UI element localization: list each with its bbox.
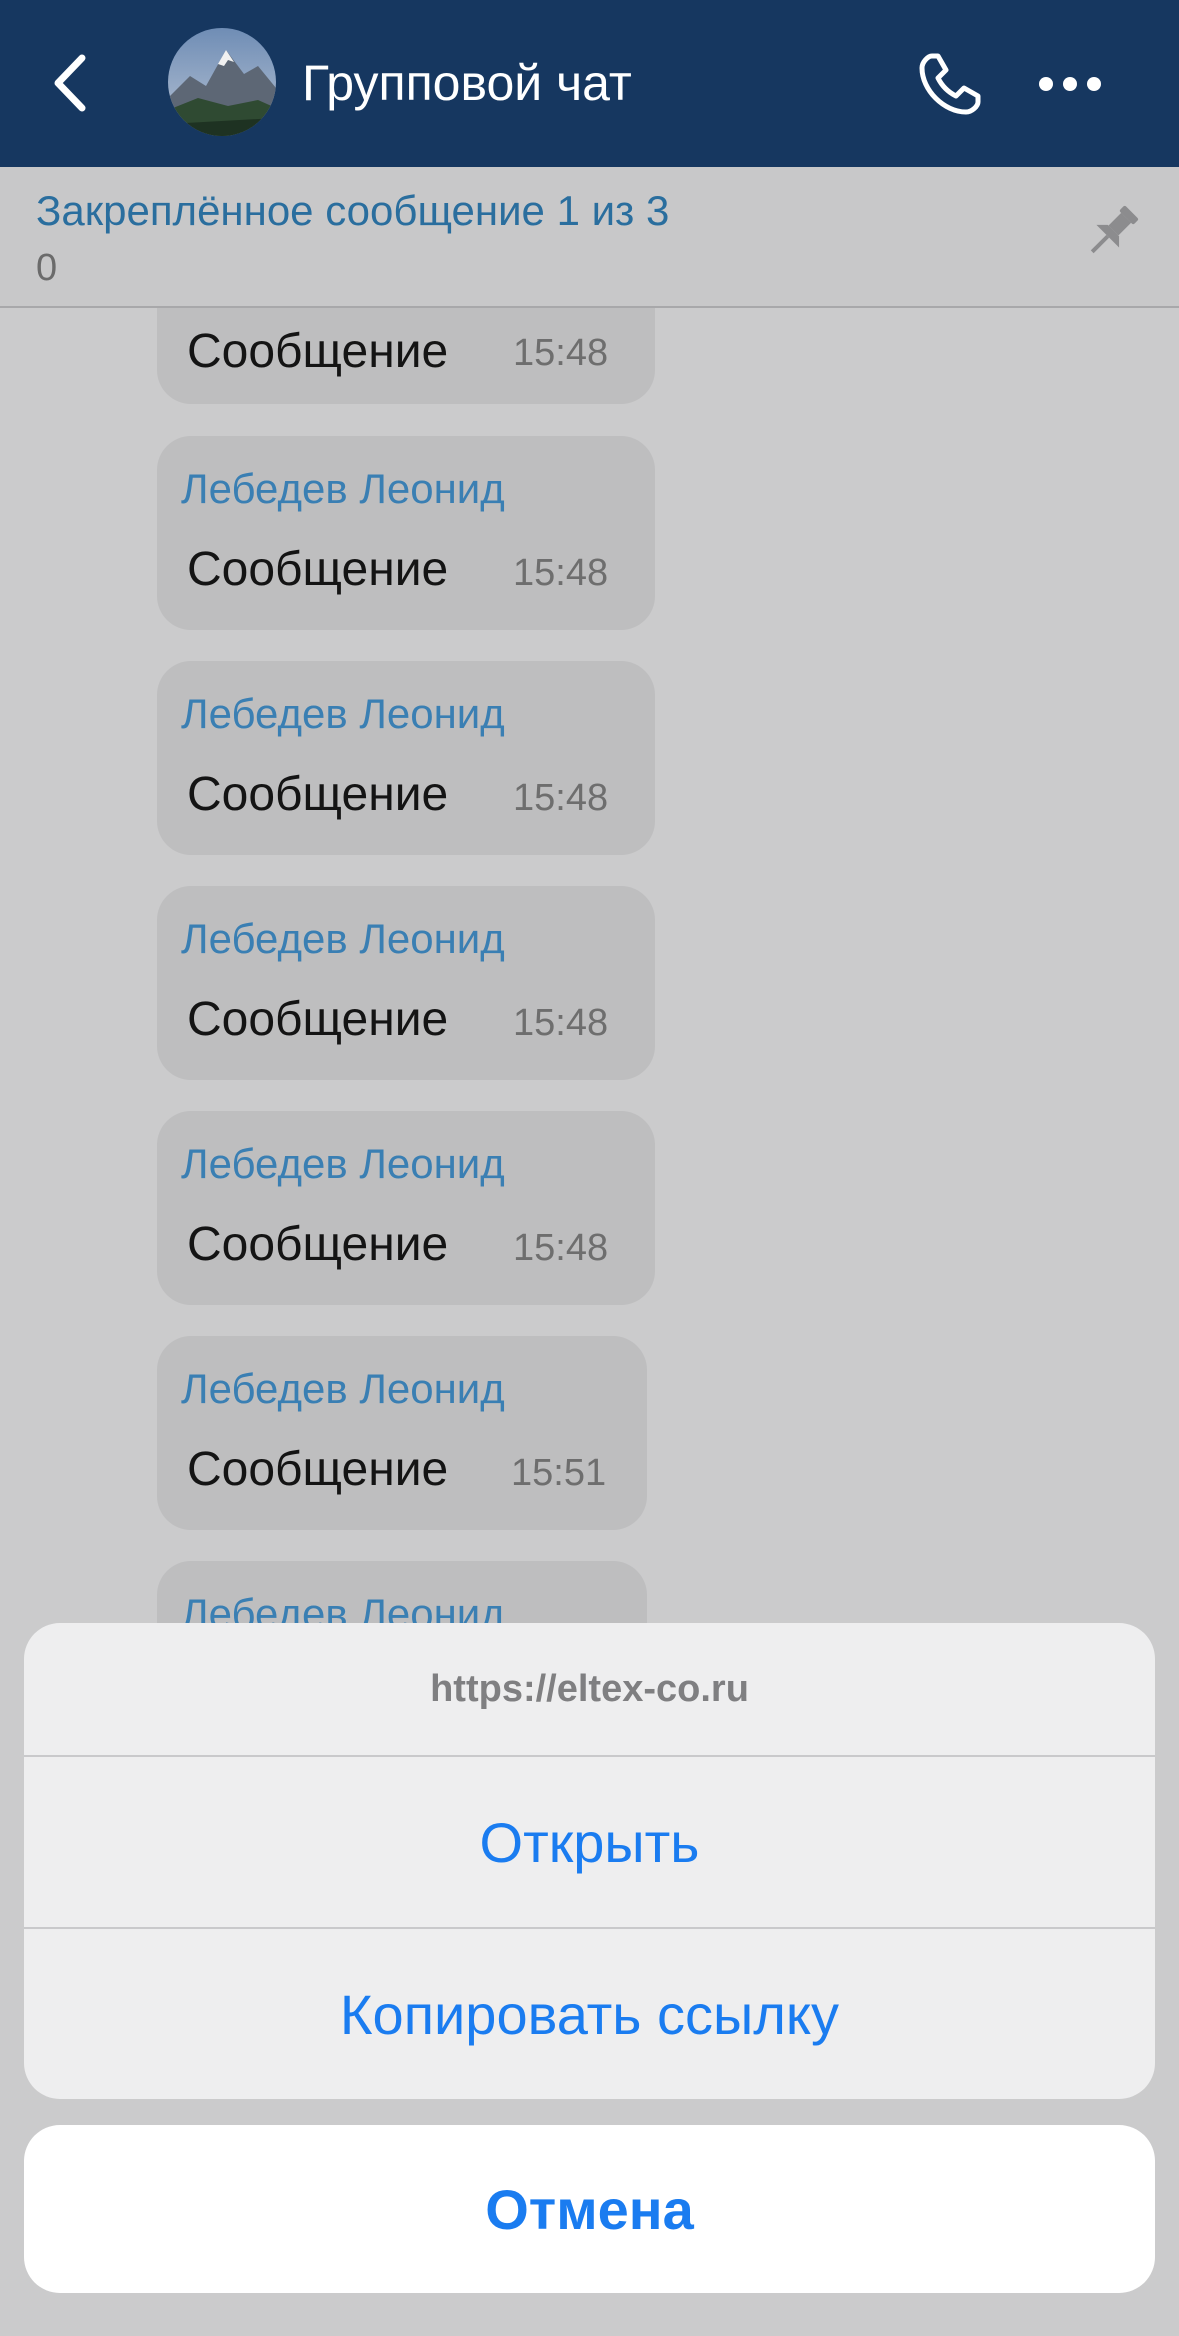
- message-time: 15:48: [513, 1227, 609, 1269]
- call-button[interactable]: [918, 52, 982, 116]
- back-button[interactable]: [48, 50, 92, 116]
- message-time: 15:48: [513, 1002, 609, 1044]
- message-bubble[interactable]: Лебедев Леонид Сообщение 15:48: [157, 886, 655, 1080]
- message-bubble[interactable]: Лебедев Леонид Сообщение 15:48: [157, 661, 655, 855]
- pin-icon: [1090, 205, 1139, 254]
- chevron-left-icon: [54, 54, 86, 112]
- message-bubble[interactable]: Сообщение 15:48: [157, 308, 655, 404]
- message-author: Лебедев Леонид: [181, 915, 505, 962]
- message-text: Сообщение: [187, 768, 449, 821]
- more-button[interactable]: [1036, 70, 1104, 98]
- message-time: 15:48: [513, 777, 609, 819]
- copy-link-button[interactable]: Копировать ссылку: [24, 1929, 1155, 2099]
- action-sheet-url: https://eltex-co.ru: [24, 1623, 1155, 1757]
- pinned-title: Закреплённое сообщение 1 из 3: [36, 187, 670, 234]
- message-time: 15:51: [511, 1452, 607, 1494]
- message-author: Лебедев Леонид: [181, 690, 505, 737]
- message-list[interactable]: Сообщение 15:48 Лебедев Леонид Сообщение…: [0, 308, 1179, 1628]
- message-text: Сообщение: [187, 543, 449, 596]
- message-bubble[interactable]: Лебедев Леонид: [157, 1561, 647, 1628]
- pinned-message-bar[interactable]: Закреплённое сообщение 1 из 3 0: [0, 167, 1179, 308]
- link-action-sheet: https://eltex-co.ru Открыть Копировать с…: [24, 1623, 1155, 2099]
- message-author: Лебедев Леонид: [181, 1365, 505, 1412]
- message-author: Лебедев Леонид: [181, 1590, 505, 1628]
- pin-button[interactable]: [1080, 200, 1144, 264]
- message-bubble[interactable]: Лебедев Леонид Сообщение 15:51: [157, 1336, 647, 1530]
- avatar[interactable]: [168, 28, 276, 136]
- message-author: Лебедев Леонид: [181, 465, 505, 512]
- message-text: Сообщение: [187, 325, 449, 378]
- pinned-text: 0: [36, 247, 58, 289]
- cancel-button[interactable]: Отмена: [24, 2125, 1155, 2293]
- message-bubble[interactable]: Лебедев Леонид Сообщение 15:48: [157, 1111, 655, 1305]
- message-time: 15:48: [513, 332, 609, 374]
- chat-title[interactable]: Групповой чат: [302, 52, 632, 114]
- phone-icon: [919, 53, 981, 115]
- open-link-button[interactable]: Открыть: [24, 1757, 1155, 1929]
- message-bubble[interactable]: Лебедев Леонид Сообщение 15:48: [157, 436, 655, 630]
- mountain-avatar-image: [168, 28, 276, 136]
- message-text: Сообщение: [187, 1218, 449, 1271]
- message-time: 15:48: [513, 552, 609, 594]
- message-text: Сообщение: [187, 993, 449, 1046]
- ellipsis-icon: [1039, 77, 1101, 91]
- message-text: Сообщение: [187, 1443, 449, 1496]
- message-author: Лебедев Леонид: [181, 1140, 505, 1187]
- chat-header: Групповой чат: [0, 0, 1179, 167]
